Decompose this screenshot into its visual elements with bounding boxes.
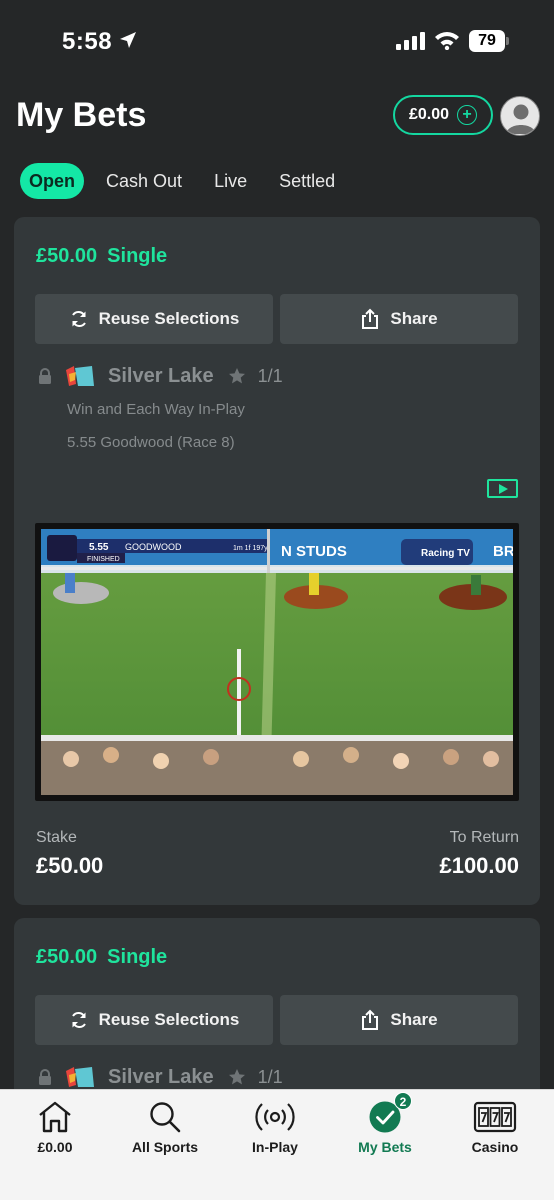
- nav-label: Casino: [471, 1139, 519, 1155]
- to-return-label: To Return: [449, 829, 519, 846]
- jockey-silks-icon: [66, 1067, 94, 1087]
- board-text-2: BR: [493, 543, 513, 560]
- plus-icon: +: [457, 105, 478, 125]
- race-video-frame: N STUDS BR 5.55 GOODWOOD 1m 1f 197y FINI…: [41, 529, 513, 795]
- bet-header: £50.00 Single: [36, 946, 167, 969]
- overlay-course: GOODWOOD: [125, 542, 182, 552]
- broadcast-icon: [255, 1103, 295, 1131]
- reuse-selections-button[interactable]: Reuse Selections: [35, 995, 273, 1045]
- reuse-label: Reuse Selections: [98, 1010, 240, 1029]
- slot-machine-icon: [473, 1101, 517, 1133]
- tab-cash-out[interactable]: Cash Out: [106, 163, 182, 199]
- share-icon: [362, 1009, 379, 1030]
- home-icon: [39, 1101, 71, 1133]
- nav-label: My Bets: [358, 1139, 412, 1155]
- selection-odds: 1/1: [257, 365, 283, 386]
- user-icon: [506, 104, 536, 134]
- tab-live[interactable]: Live: [214, 163, 247, 199]
- race-video-player[interactable]: N STUDS BR 5.55 GOODWOOD 1m 1f 197y FINI…: [35, 523, 519, 801]
- stake-label: Stake: [36, 829, 77, 846]
- star-icon[interactable]: [228, 1068, 246, 1086]
- star-icon[interactable]: [228, 367, 246, 385]
- overlay-status: FINISHED: [87, 556, 120, 563]
- page-title: My Bets: [16, 96, 147, 134]
- stake-value: £50.00: [36, 853, 104, 878]
- bet-amount: £50.00: [36, 946, 98, 968]
- bet-card: £50.00 Single Reuse Selections Share Silv…: [14, 918, 540, 1118]
- market-name: Win and Each Way In-Play: [67, 401, 245, 418]
- lock-icon: [39, 368, 51, 384]
- status-time: 5:58: [62, 28, 113, 55]
- reuse-selections-button[interactable]: Reuse Selections: [35, 294, 273, 344]
- share-icon: [362, 308, 379, 329]
- nav-in-play[interactable]: In-Play: [220, 1098, 330, 1155]
- share-label: Share: [390, 1010, 438, 1029]
- overlay-distance: 1m 1f 197y: [233, 545, 268, 552]
- share-button[interactable]: Share: [280, 294, 518, 344]
- live-stream-icon[interactable]: [487, 479, 518, 498]
- location-arrow-icon: [120, 32, 136, 48]
- avatar[interactable]: [500, 96, 540, 136]
- tab-settled[interactable]: Settled: [279, 163, 335, 199]
- selection-name: Silver Lake: [108, 1065, 214, 1088]
- nav-my-bets[interactable]: 2 My Bets: [330, 1092, 440, 1155]
- nav-home[interactable]: £0.00: [0, 1098, 110, 1155]
- event-name: 5.55 Goodwood (Race 8): [67, 434, 235, 451]
- selection-name: Silver Lake: [108, 364, 214, 387]
- bet-type: Single: [107, 245, 168, 267]
- selection-odds: 1/1: [257, 1066, 283, 1087]
- battery-level: 79: [469, 30, 505, 52]
- selection-row: Silver Lake 1/1: [38, 363, 283, 389]
- nav-casino[interactable]: Casino: [440, 1098, 550, 1155]
- overlay-channel: Racing TV: [421, 548, 470, 559]
- balance-button[interactable]: £0.00 +: [393, 95, 493, 135]
- refresh-icon: [71, 310, 86, 328]
- tab-open[interactable]: Open: [20, 163, 85, 199]
- battery-tip: [506, 37, 509, 45]
- to-return-value: £100.00: [439, 853, 519, 878]
- refresh-icon: [71, 1011, 86, 1029]
- share-button[interactable]: Share: [280, 995, 518, 1045]
- search-icon: [150, 1102, 181, 1133]
- bet-filter-tabs: Open Cash Out Live Settled: [20, 163, 367, 199]
- bet-header: £50.00 Single: [36, 245, 167, 268]
- selection-row: Silver Lake 1/1: [38, 1064, 283, 1090]
- share-label: Share: [390, 309, 438, 328]
- nav-label: £0.00: [37, 1139, 73, 1155]
- board-text: N STUDS: [281, 543, 347, 560]
- bet-amount: £50.00: [36, 245, 98, 267]
- wifi-icon: [435, 32, 459, 50]
- bottom-nav: £0.00 All Sports In-Play 2 My Bets Casin…: [0, 1089, 554, 1200]
- reuse-label: Reuse Selections: [98, 309, 240, 328]
- bets-count-badge: 2: [394, 1092, 412, 1110]
- jockey-silks-icon: [66, 366, 94, 386]
- nav-all-sports[interactable]: All Sports: [110, 1098, 220, 1155]
- nav-label: All Sports: [131, 1139, 199, 1155]
- lock-icon: [39, 1069, 51, 1085]
- balance-amount: £0.00: [408, 106, 450, 123]
- status-bar: 5:58 79: [0, 0, 554, 84]
- nav-label: In-Play: [252, 1139, 298, 1155]
- overlay-time: 5.55: [89, 542, 109, 553]
- bet-type: Single: [107, 946, 168, 968]
- cellular-signal-icon: [396, 32, 425, 50]
- bet-card: £50.00 Single Reuse Selections Share Silv…: [14, 217, 540, 905]
